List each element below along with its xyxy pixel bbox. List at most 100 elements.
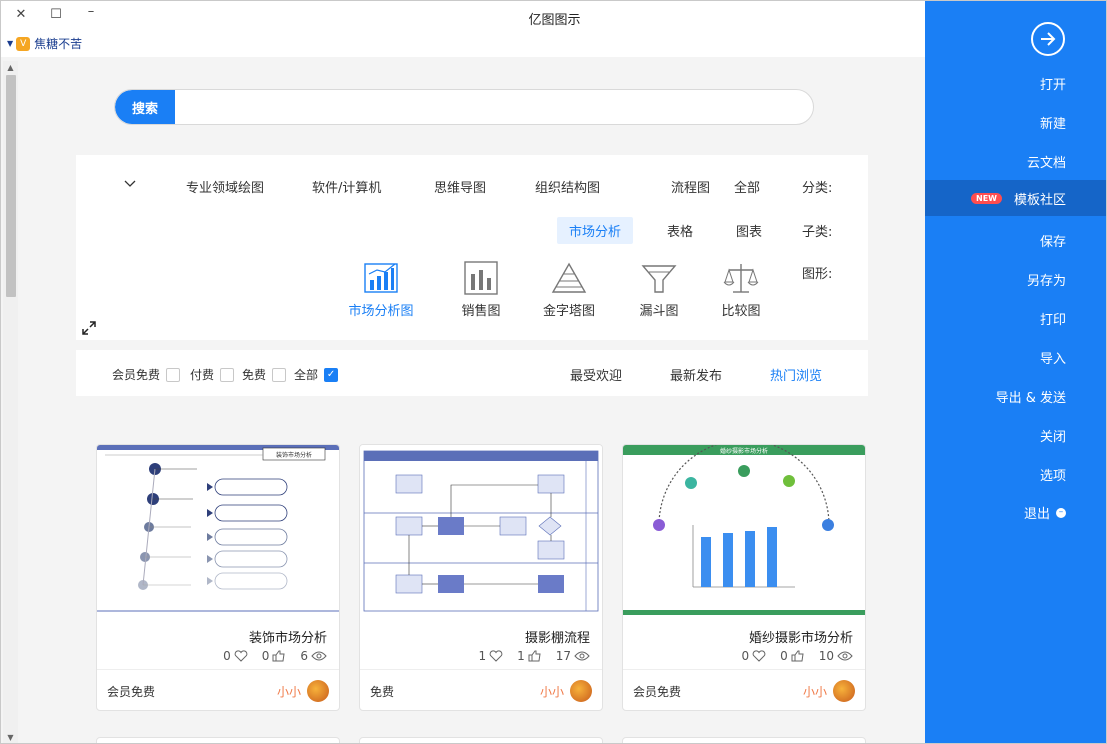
sort-newest[interactable]: 最新发布 [670, 365, 722, 384]
subcategory-option[interactable]: 表格 [655, 217, 705, 244]
heart-icon [489, 650, 503, 662]
like-count: 0 [262, 649, 287, 663]
template-stats: 1 1 17 [478, 649, 590, 663]
thumbs-up-icon [528, 650, 541, 662]
template-card-partial[interactable] [359, 737, 603, 743]
category-option[interactable]: 组织结构图 [523, 173, 612, 200]
back-arrow-icon[interactable] [1031, 22, 1065, 56]
view-count: 17 [556, 649, 590, 663]
vertical-scrollbar[interactable]: ▲ ▼ [3, 61, 18, 743]
fav-value: 0 [741, 649, 750, 663]
like-value: 1 [517, 649, 525, 663]
sidebar-item-cloud[interactable]: 云文档 [1027, 152, 1066, 171]
shape-sales[interactable]: 销售图 [446, 260, 516, 319]
author-name[interactable]: 小小 [803, 683, 827, 700]
template-stats: 0 0 10 [741, 649, 853, 663]
template-card[interactable]: 婚纱摄影市场分析 婚纱摄影市场分析 0 0 10 小小 会员免费 [622, 444, 866, 711]
template-community: 搜索 专业领域绘图 软件/计算机 思维导图 组织结构图 流程图 全部 分类: 市… [19, 57, 925, 743]
sort-hot[interactable]: 热门浏览 [770, 365, 822, 384]
sort-most-liked[interactable]: 最受欢迎 [570, 365, 622, 384]
pyramid-icon [549, 260, 589, 296]
sidebar-item-template-community[interactable]: NEW 模板社区 [925, 180, 1106, 216]
sidebar-item-options[interactable]: 选项 [1040, 465, 1066, 484]
avatar [307, 680, 329, 702]
filter-paid[interactable]: 付费 [190, 366, 235, 383]
sidebar-item-save[interactable]: 保存 [1040, 231, 1066, 250]
category-option[interactable]: 思维导图 [422, 173, 498, 200]
search-button[interactable]: 搜索 [115, 90, 175, 124]
heart-icon [752, 650, 766, 662]
author-name[interactable]: 小小 [277, 683, 301, 700]
filter-free[interactable]: 免费 [242, 366, 287, 383]
fav-count: 0 [741, 649, 766, 663]
scroll-thumb[interactable] [6, 75, 16, 297]
scroll-up-icon[interactable]: ▲ [3, 61, 18, 75]
bar-chart-icon [461, 260, 501, 296]
shape-compare[interactable]: 比较图 [706, 260, 776, 319]
user-bar: ▼ V 焦糖不苦 [1, 31, 925, 57]
market-chart-icon [361, 260, 401, 296]
sidebar-item-import[interactable]: 导入 [1040, 348, 1066, 367]
price-tag: 免费 [370, 685, 395, 699]
view-value: 17 [555, 649, 571, 663]
eye-icon [311, 651, 327, 661]
new-badge: NEW [971, 192, 1002, 204]
view-value: 10 [818, 649, 834, 663]
filter-label: 付费 [190, 368, 215, 382]
sidebar-item-close[interactable]: 关闭 [1040, 426, 1066, 445]
sidebar-item-export[interactable]: 导出 & 发送 [996, 387, 1066, 406]
subcategory-row: 市场分析 表格 图表 子类: [76, 215, 868, 244]
filter-panel: 专业领域绘图 软件/计算机 思维导图 组织结构图 流程图 全部 分类: 市场分析… [76, 155, 868, 340]
scroll-down-icon[interactable]: ▼ [3, 731, 18, 743]
template-footer: 小小 免费 [360, 669, 602, 710]
sidebar-item-open[interactable]: 打开 [1040, 74, 1066, 93]
subcategory-option-active[interactable]: 市场分析 [557, 217, 634, 244]
like-count: 1 [517, 649, 542, 663]
like-count: 0 [780, 649, 805, 663]
checkbox[interactable] [272, 367, 287, 382]
template-card-partial[interactable] [622, 737, 866, 743]
shape-pyramid[interactable]: 金字塔图 [534, 260, 604, 319]
template-card[interactable]: 装饰市场分析 装饰市场分析 0 0 6 小小 会员免费 [96, 444, 340, 711]
template-card[interactable]: 摄影棚流程 1 1 17 小小 免费 [359, 444, 603, 711]
sidebar-item-new[interactable]: 新建 [1040, 113, 1066, 132]
caret-down-icon: ▼ [7, 39, 14, 48]
checkbox[interactable] [220, 367, 235, 382]
shape-funnel[interactable]: 漏斗图 [624, 260, 694, 319]
sidebar-item-exit[interactable]: 退出 – [1024, 503, 1066, 522]
subcategory-option[interactable]: 图表 [724, 217, 774, 244]
chevron-down-icon[interactable] [124, 177, 136, 189]
category-option[interactable]: 流程图 [659, 173, 722, 200]
thumbs-up-icon [272, 650, 285, 662]
template-card-partial[interactable] [96, 737, 340, 743]
template-thumbnail: 婚纱摄影市场分析 [623, 445, 865, 615]
sidebar-item-label: 退出 [1023, 507, 1050, 522]
filter-label: 全部 [294, 368, 319, 382]
view-value: 6 [300, 649, 308, 663]
checkbox-checked[interactable]: ✓ [324, 367, 339, 382]
sidebar-menu: 打开 新建 云文档 NEW 模板社区 保存 另存为 打印 导入 导出 & 发送 … [925, 1, 1106, 743]
user-menu[interactable]: ▼ V 焦糖不苦 [7, 35, 82, 52]
expand-icon[interactable] [81, 320, 97, 336]
shape-label: 图形: [802, 267, 833, 282]
eye-icon [837, 651, 853, 661]
category-label: 分类: [802, 181, 833, 196]
app-window: ✕ ☐ – 亿图图示 ▼ V 焦糖不苦 ▲ ▼ 搜索 专业领域绘图 软件/计算机 [0, 0, 1107, 744]
avatar [833, 680, 855, 702]
category-row: 专业领域绘图 软件/计算机 思维导图 组织结构图 流程图 全部 分类: [76, 171, 868, 197]
shape-market-analysis[interactable]: 市场分析图 [346, 260, 416, 319]
filter-all[interactable]: 全部 ✓ [294, 366, 339, 383]
category-option[interactable]: 全部 [722, 173, 772, 200]
sidebar-item-save-as[interactable]: 另存为 [1027, 270, 1066, 289]
sidebar-item-print[interactable]: 打印 [1040, 309, 1066, 328]
template-footer: 小小 会员免费 [623, 669, 865, 710]
category-option[interactable]: 专业领域绘图 [174, 173, 276, 200]
category-option[interactable]: 软件/计算机 [300, 173, 393, 200]
search-input[interactable] [177, 90, 797, 124]
author-name[interactable]: 小小 [540, 683, 564, 700]
checkbox[interactable] [166, 367, 181, 382]
filter-member-free[interactable]: 会员免费 [112, 366, 181, 383]
funnel-icon [639, 260, 679, 296]
template-title: 婚纱摄影市场分析 [748, 631, 853, 646]
filter-label: 免费 [242, 368, 267, 382]
